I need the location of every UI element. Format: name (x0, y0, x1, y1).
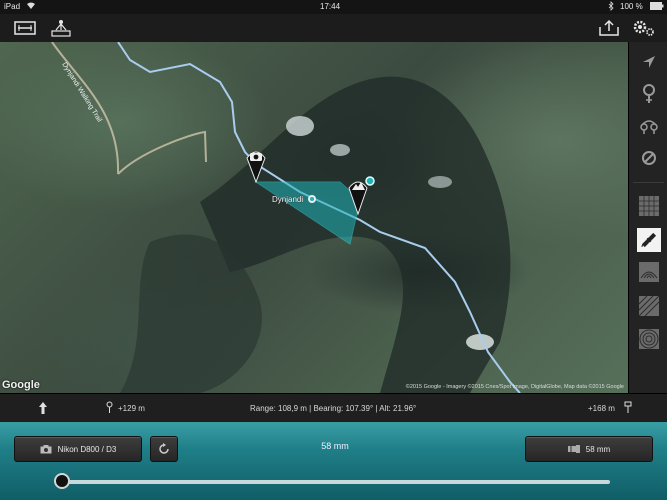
poi-icon (308, 195, 316, 203)
bluetooth-icon (608, 1, 614, 13)
map-overlay: Dynjandi Walking Trail Dynjandi (51, 42, 521, 393)
location-arrow-icon (643, 56, 655, 68)
rotate-reset-icon (159, 443, 169, 454)
location-button[interactable] (637, 50, 661, 74)
map-type-satellite[interactable] (637, 228, 661, 252)
map-type-topo[interactable] (637, 327, 661, 351)
share-upload-icon (599, 19, 619, 36)
camera-icon (40, 444, 52, 453)
clock: 17:44 (320, 2, 341, 11)
no-entry-icon (642, 151, 656, 165)
status-bar: iPad 17:44 100 % (0, 0, 667, 14)
person-height-icon[interactable] (38, 401, 48, 417)
map-grid-icon (639, 196, 659, 216)
camera-select-button[interactable]: Nikon D800 / D3 (14, 436, 142, 462)
ruler-card-icon (14, 21, 36, 35)
focal-length-value: 58 mm (321, 441, 349, 451)
satellite-map[interactable]: Dynjandi Walking Trail Dynjandi Google ©… (0, 42, 628, 393)
camera-control-panel: Nikon D800 / D3 58 mm 58 mm (0, 422, 667, 500)
settings-button[interactable] (630, 17, 656, 39)
device-label: iPad (4, 2, 21, 11)
map-attribution: ©2015 Google - Imagery ©2015 Cnes/Spot I… (405, 384, 624, 390)
pin-add-icon (643, 84, 655, 103)
measurement-info-bar: +129 m Range: 108,9 m | Bearing: 107.39°… (0, 393, 667, 423)
slider-knob[interactable] (54, 473, 70, 489)
wifi-icon (26, 1, 36, 12)
sidebar-divider (633, 182, 664, 183)
terrain-icon (639, 262, 659, 282)
lens-select-button[interactable]: 58 mm (525, 436, 653, 462)
settings-gears-icon (633, 20, 654, 36)
left-elevation: +129 m (118, 404, 145, 413)
google-logo: Google (2, 379, 40, 391)
snow-patch (286, 116, 314, 136)
surveyor-button[interactable] (48, 17, 74, 39)
pin-add-button[interactable] (637, 82, 661, 106)
battery-icon (650, 2, 664, 12)
map-sidebar (628, 42, 667, 393)
lens-label: 58 mm (585, 444, 611, 454)
top-toolbar (0, 14, 667, 43)
trail-label: Dynjandi Walking Trail (60, 61, 103, 124)
camera-label: Nikon D800 / D3 (57, 444, 117, 454)
topo-icon (639, 329, 659, 349)
pin-left-icon (106, 401, 113, 415)
pin-right-icon (624, 401, 632, 415)
share-upload-button[interactable] (596, 17, 622, 39)
map-type-terrain[interactable] (637, 260, 661, 284)
range-bearing-alt: Range: 108,9 m | Bearing: 107.39° | Alt:… (250, 404, 417, 413)
clear-button[interactable] (637, 146, 661, 170)
ruler-card-button[interactable] (12, 17, 38, 39)
lens-icon (567, 445, 580, 453)
place-label: Dynjandi (272, 195, 303, 204)
right-elevation: +168 m (588, 404, 615, 413)
snow-patch (330, 144, 350, 156)
map-type-hybrid[interactable] (637, 294, 661, 318)
map-type-grid[interactable] (637, 194, 661, 218)
focal-length-slider[interactable] (62, 480, 610, 484)
satellite-icon (641, 232, 657, 248)
reset-button[interactable] (150, 436, 178, 462)
pins-pair-button[interactable] (637, 114, 661, 138)
hybrid-icon (639, 296, 659, 316)
snow-patch (428, 176, 452, 188)
surveyor-icon (51, 20, 71, 37)
battery-text: 100 % (620, 2, 643, 11)
pins-pair-icon (640, 120, 658, 134)
walking-trail (51, 42, 207, 175)
